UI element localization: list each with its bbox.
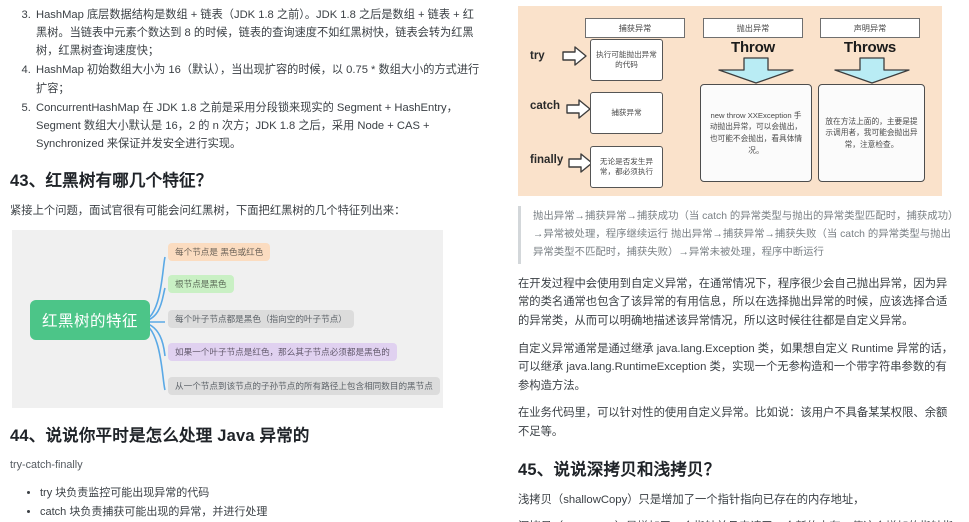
list-item: ConcurrentHashMap 在 JDK 1.8 之前是采用分段锁来现实的… [34, 99, 482, 153]
question-45-heading: 45、说说深拷贝和浅拷贝？ [518, 460, 721, 479]
list-item-text: HashMap 初始数组大小为 16（默认），当出现扩容的时候，以 0.75 *… [36, 64, 480, 95]
diagram-detail-box-throw: new throw XXException 手动抛出异常，可以会抛出，也可能不会… [700, 84, 812, 182]
list-item: try 块负责监控可能出现异常的代码 [40, 484, 482, 504]
diagram-bigword-throw: Throw [731, 39, 775, 56]
right-column: 捕获异常 抛出异常 声明异常 try catch finally 执行可能抛出异… [500, 0, 969, 522]
left-column: HashMap 底层数据结构是数组 + 链表（JDK 1.8 之前）。JDK 1… [0, 0, 500, 522]
mindmap-node-3: 每个叶子节点都是黑色（指向空的叶子节点） [168, 309, 354, 329]
list-item-text: ConcurrentHashMap 在 JDK 1.8 之前是采用分段锁来现实的… [36, 101, 458, 150]
hashmap-faq-list: HashMap 底层数据结构是数组 + 链表（JDK 1.8 之前）。JDK 1… [10, 6, 482, 153]
question-43-heading: 43、红黑树有哪几个特征？ [10, 172, 213, 191]
diagram-box-try: 执行可能抛出异常的代码 [590, 39, 663, 81]
diagram-bigword-throws: Throws [843, 39, 897, 56]
mindmap-node-1: 每个节点是 黑色或红色 [168, 242, 271, 262]
diagram-box-catch: 捕获异常 [590, 92, 663, 134]
mindmap-node-2: 根节点是黑色 [168, 274, 234, 294]
right-arrow-icon-catch [566, 99, 591, 119]
mindmap-node-5: 从一个节点到该节点的子孙节点的所有路径上包含相同数目的黑节点 [168, 376, 440, 396]
list-item: HashMap 底层数据结构是数组 + 链表（JDK 1.8 之前）。JDK 1… [34, 6, 482, 60]
custom-exception-paragraph-3: 在业务代码里，可以针对性的使用自定义异常。比如说：该用户不具备某某权限、余额不足… [518, 407, 948, 439]
down-arrow-icon-throws [834, 57, 910, 84]
diagram-column-title-1: 捕获异常 [585, 18, 685, 38]
question-44-subtitle: try-catch-finally [10, 458, 83, 471]
diagram-box-finally: 无论是否发生异常，都必须执行 [590, 146, 663, 188]
exception-handling-bullets: try 块负责监控可能出现异常的代码 catch 块负责捕获可能出现的异常，并进… [10, 484, 482, 522]
mindmap-root-node: 红黑树的特征 [30, 299, 151, 340]
custom-exception-paragraph-2: 自定义异常通常是通过继承 java.lang.Exception 类，如果想自定… [518, 342, 954, 392]
list-item-text: HashMap 底层数据结构是数组 + 链表（JDK 1.8 之前）。JDK 1… [36, 9, 474, 58]
down-arrow-icon-throw [718, 57, 794, 84]
mindmap-node-4: 如果一个叶子节点是红色，那么其子节点必须都是黑色的 [168, 342, 397, 362]
question-44-heading: 44、说说你平时是怎么处理 Java 异常的 [10, 426, 310, 445]
diagram-column-title-3: 声明异常 [820, 18, 920, 38]
exception-flow-diagram: 捕获异常 抛出异常 声明异常 try catch finally 执行可能抛出异… [518, 6, 942, 196]
exception-flow-note: 抛出异常→捕获异常→捕获成功（当 catch 的异常类型与抛出的异常类型匹配时，… [518, 206, 957, 264]
page-root: HashMap 底层数据结构是数组 + 链表（JDK 1.8 之前）。JDK 1… [0, 0, 969, 522]
diagram-column-title-2: 抛出异常 [703, 18, 803, 38]
deep-copy-paragraph-1: 浅拷贝（shallowCopy）只是增加了一个指针指向已存在的内存地址， [518, 493, 865, 506]
list-item: catch 块负责捕获可能出现的异常，并进行处理 [40, 503, 482, 522]
deep-copy-paragraph-2: 深拷贝（deepCopy）是增加了一个指针并且申请了一个新的内存，使这个增加的指… [518, 518, 957, 522]
list-item: HashMap 初始数组大小为 16（默认），当出现扩容的时候，以 0.75 *… [34, 61, 482, 97]
question-43-intro: 紧接上个问题，面试官很有可能会问红黑树，下面把红黑树的几个特征列出来： [10, 205, 406, 218]
red-black-tree-mindmap: 红黑树的特征 每个节点是 黑色或红色 根节点是黑色 每个叶子节点都是黑色（指向空… [12, 229, 443, 408]
right-arrow-icon-try [562, 46, 587, 66]
custom-exception-paragraph-1: 在开发过程中会使用到自定义异常，在通常情况下，程序很少会自己抛出异常，因为异常的… [518, 277, 948, 327]
diagram-detail-box-throws: 放在方法上面的，主要是提示调用者，我可能会抛出异常，注意检查。 [818, 84, 925, 182]
